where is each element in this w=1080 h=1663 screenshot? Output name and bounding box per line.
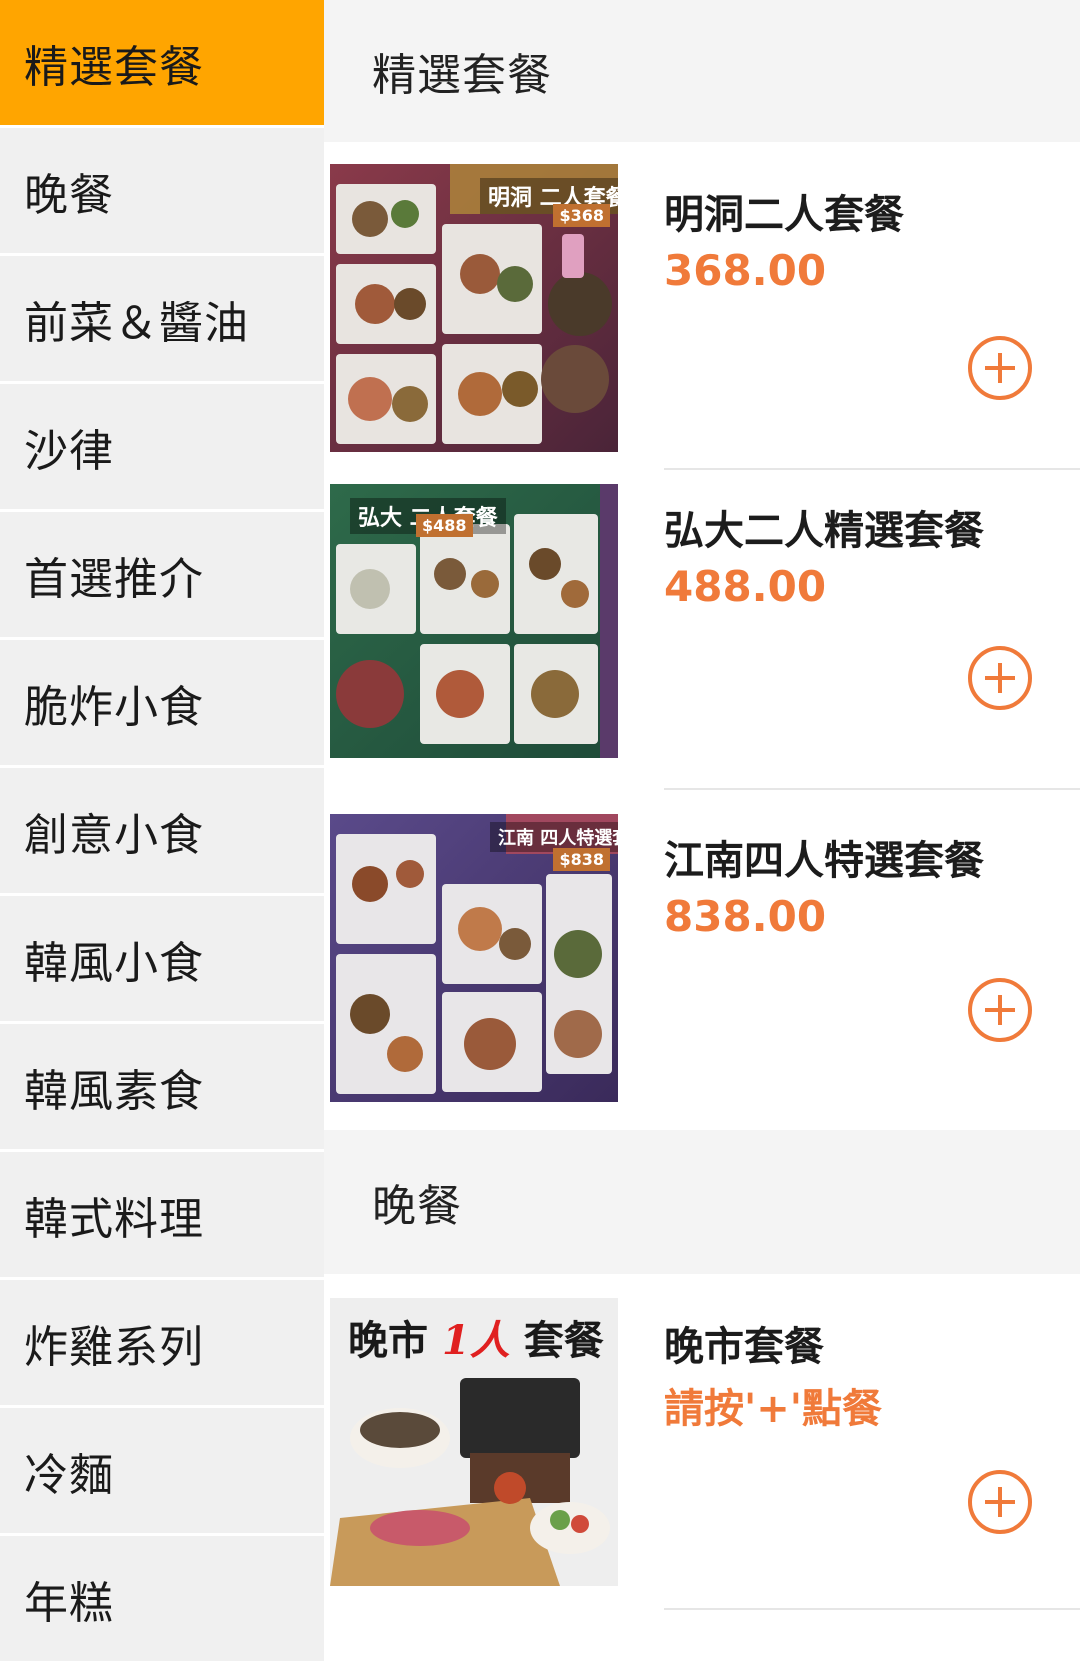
sidebar-item-label: 韓風小食 bbox=[24, 937, 204, 989]
menu-item-image[interactable]: 弘大 二人套餐 $488 bbox=[330, 484, 618, 758]
menu-item-image[interactable]: 明洞 二人套餐 $368 bbox=[330, 164, 618, 452]
menu-item-price: 838.00 bbox=[664, 892, 827, 941]
menu-item-price: 488.00 bbox=[664, 562, 827, 611]
menu-item-name: 江南四人特選套餐 bbox=[664, 838, 984, 884]
section-title: 精選套餐 bbox=[372, 50, 552, 101]
menu-item[interactable]: 弘大 二人套餐 $488 弘大二人精選套餐 488.00 bbox=[324, 470, 1080, 790]
sidebar-item-label: 精選套餐 bbox=[24, 41, 204, 93]
poster-title-highlight: 1人 bbox=[441, 1317, 510, 1364]
menu-item-name: 弘大二人精選套餐 bbox=[664, 508, 984, 554]
poster-title-part: 晚市 bbox=[348, 1317, 428, 1364]
add-to-cart-button[interactable] bbox=[968, 1470, 1032, 1534]
menu-item[interactable]: 晚市 1人 套餐 晚市套餐 請按'+'點餐 bbox=[324, 1274, 1080, 1610]
sidebar-item-salad[interactable]: 沙律 bbox=[0, 384, 324, 512]
sidebar-item-featured-sets[interactable]: 精選套餐 bbox=[0, 0, 324, 128]
category-sidebar: 精選套餐 晚餐 前菜＆醬油 沙律 首選推介 脆炸小食 創意小食 韓風小食 韓風素… bbox=[0, 0, 324, 1663]
section-header-dinner: 晚餐 bbox=[324, 1130, 1080, 1274]
sidebar-item-korean-snacks[interactable]: 韓風小食 bbox=[0, 896, 324, 1024]
sidebar-item-label: 韓風素食 bbox=[24, 1065, 204, 1117]
sidebar-item-korean-vegetarian[interactable]: 韓風素食 bbox=[0, 1024, 324, 1152]
sidebar-item-fried-chicken[interactable]: 炸雞系列 bbox=[0, 1280, 324, 1408]
sidebar-item-rice-cake[interactable]: 年糕 bbox=[0, 1536, 324, 1663]
menu-item[interactable]: 江南 四人特選套餐 $838 江南四人特選套餐 838.00 bbox=[324, 790, 1080, 1130]
poster-title-part: 套餐 bbox=[523, 1317, 604, 1364]
poster-price: $368 bbox=[553, 204, 610, 227]
sidebar-item-korean-cuisine[interactable]: 韓式料理 bbox=[0, 1152, 324, 1280]
sidebar-item-label: 冷麵 bbox=[24, 1449, 114, 1501]
section-title: 晚餐 bbox=[372, 1181, 462, 1232]
sidebar-item-label: 首選推介 bbox=[24, 553, 204, 605]
menu-item[interactable]: 明洞 二人套餐 $368 明洞二人套餐 368.00 bbox=[324, 142, 1080, 470]
sidebar-item-fried-snacks[interactable]: 脆炸小食 bbox=[0, 640, 324, 768]
sidebar-item-dinner[interactable]: 晚餐 bbox=[0, 128, 324, 256]
menu-item-name: 晚市套餐 bbox=[664, 1324, 824, 1370]
menu-item-image[interactable]: 晚市 1人 套餐 bbox=[330, 1298, 618, 1586]
sidebar-item-cold-noodles[interactable]: 冷麵 bbox=[0, 1408, 324, 1536]
add-to-cart-button[interactable] bbox=[968, 646, 1032, 710]
sidebar-item-recommended[interactable]: 首選推介 bbox=[0, 512, 324, 640]
sidebar-item-label: 前菜＆醬油 bbox=[24, 297, 249, 349]
menu-item-price: 請按'+'點餐 bbox=[664, 1386, 883, 1432]
menu-list: 精選套餐 明洞 二人套餐 $368 明洞二人套餐 368.00 弘大 $488 … bbox=[324, 0, 1080, 1663]
sidebar-item-label: 脆炸小食 bbox=[24, 681, 204, 733]
sidebar-item-label: 炸雞系列 bbox=[24, 1321, 204, 1373]
section-header-featured-sets: 精選套餐 bbox=[324, 0, 1080, 142]
sidebar-item-label: 年糕 bbox=[24, 1577, 114, 1629]
sidebar-item-appetizers-sauces[interactable]: 前菜＆醬油 bbox=[0, 256, 324, 384]
sidebar-item-label: 沙律 bbox=[24, 425, 114, 477]
menu-item-price: 368.00 bbox=[664, 246, 827, 295]
sidebar-item-label: 韓式料理 bbox=[24, 1193, 204, 1245]
sidebar-item-creative-snacks[interactable]: 創意小食 bbox=[0, 768, 324, 896]
add-to-cart-button[interactable] bbox=[968, 978, 1032, 1042]
sidebar-item-label: 晚餐 bbox=[24, 169, 114, 221]
add-to-cart-button[interactable] bbox=[968, 336, 1032, 400]
divider bbox=[664, 1608, 1080, 1610]
poster-title: 晚市 1人 套餐 bbox=[348, 1308, 604, 1366]
poster-price: $838 bbox=[553, 848, 610, 871]
menu-item-name: 明洞二人套餐 bbox=[664, 192, 904, 238]
poster-price: $488 bbox=[416, 514, 473, 537]
sidebar-item-label: 創意小食 bbox=[24, 809, 204, 861]
menu-item-image[interactable]: 江南 四人特選套餐 $838 bbox=[330, 814, 618, 1102]
